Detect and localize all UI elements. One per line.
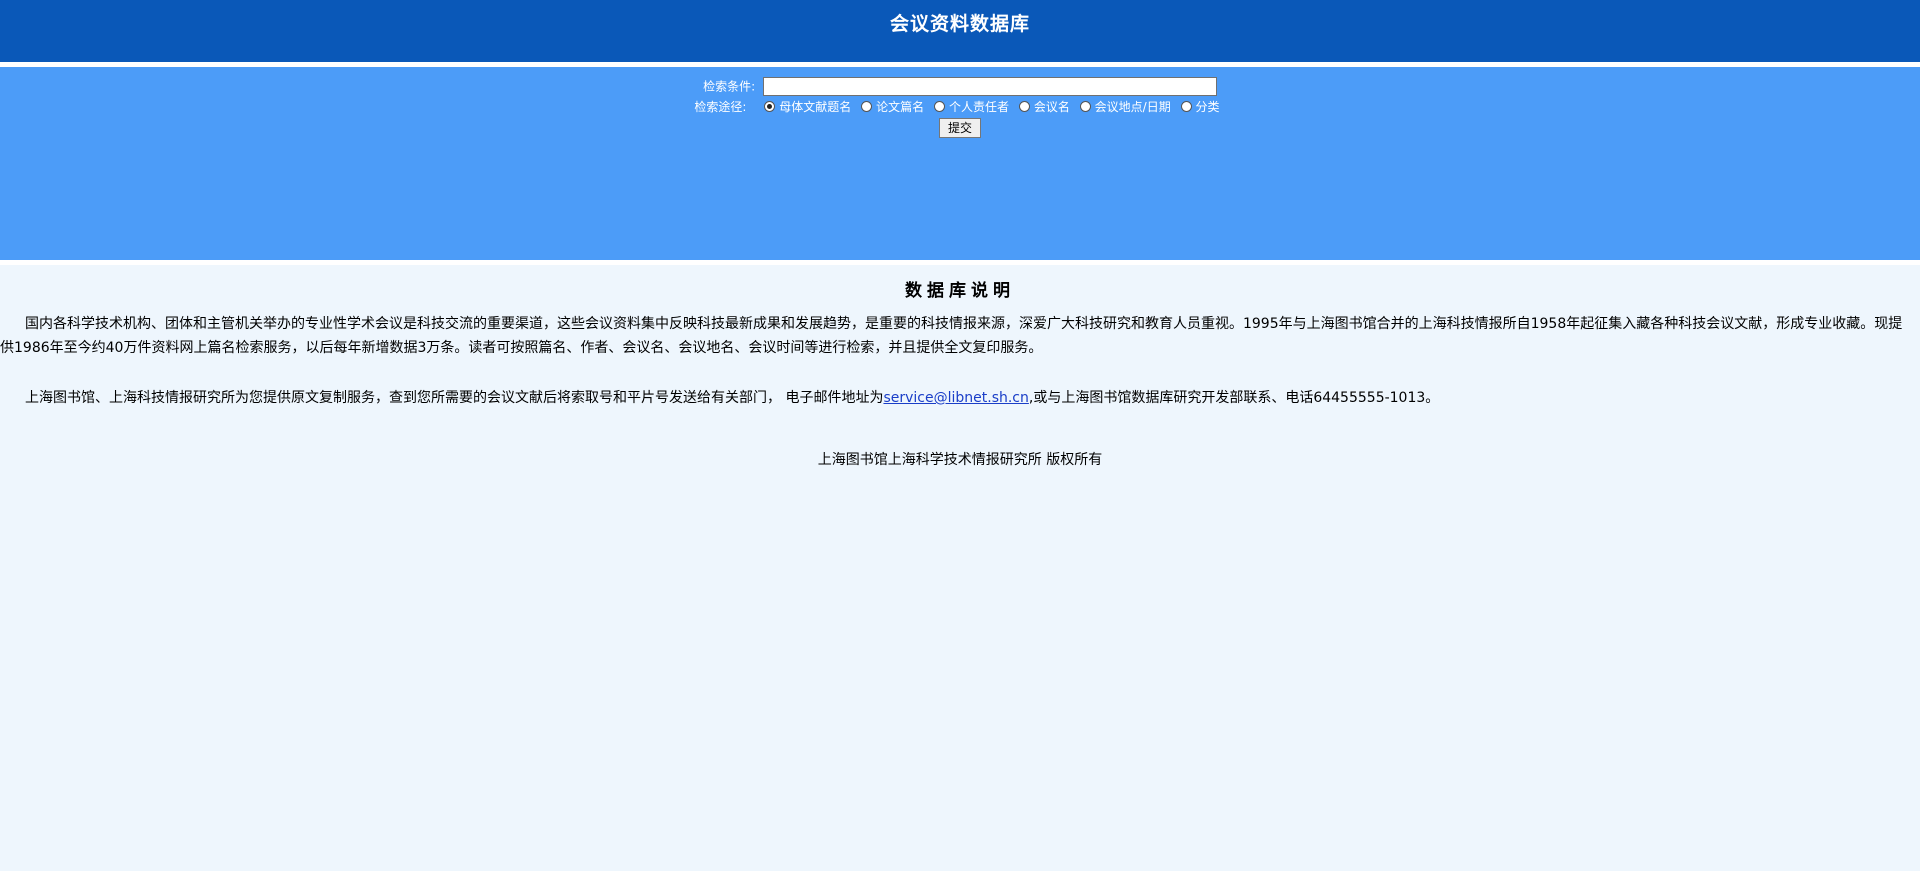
submit-button[interactable]: 提交	[939, 118, 981, 138]
search-path-row: 检索途径: 母体文献题名 论文篇名 个人责任者 会议名 会议地点/日期 分类	[0, 98, 1920, 116]
radio-label: 分类	[1195, 100, 1220, 114]
radio-label: 会议地点/日期	[1094, 100, 1171, 114]
contact-text-after: ,或与上海图书馆数据库研究开发部联系、电话64455555-1013。	[1028, 390, 1440, 406]
radio-icon[interactable]	[1180, 101, 1192, 112]
radio-option-title[interactable]: 母体文献题名	[764, 98, 851, 116]
radio-label: 会议名	[1033, 100, 1070, 114]
radio-label: 个人责任者	[948, 100, 1009, 114]
radio-option-paper-title[interactable]: 论文篇名	[861, 98, 924, 116]
contact-text: 上海图书馆、上海科技情报研究所为您提供原文复制服务，查到您所需要的会议文献后将索…	[25, 390, 884, 406]
description-title: 数据库说明	[905, 281, 1015, 301]
radio-label: 论文篇名	[876, 100, 925, 114]
description-paragraph: 国内各科学技术机构、团体和主管机关举办的专业性学术会议是科技交流的重要渠道，这些…	[0, 316, 1903, 356]
radio-icon[interactable]	[861, 101, 873, 112]
email-link[interactable]: service@libnet.sh.cn	[883, 390, 1028, 406]
keyword-row: 检索条件:	[0, 76, 1920, 97]
radio-icon[interactable]	[933, 101, 945, 112]
radio-icon[interactable]	[1079, 101, 1091, 112]
radio-option-author[interactable]: 个人责任者	[933, 98, 1009, 116]
radio-selected-icon[interactable]	[764, 101, 776, 112]
search-panel: 检索条件: 检索途径: 母体文献题名 论文篇名 个人责任者 会议名 会议地点/日…	[0, 67, 1920, 260]
radio-icon[interactable]	[1018, 101, 1030, 112]
keyword-label: 检索条件:	[703, 79, 756, 94]
page-title: 会议资料数据库	[889, 13, 1030, 35]
search-divider	[0, 260, 1920, 265]
contact-paragraph: 上海图书馆、上海科技情报研究所为您提供原文复制服务，查到您所需要的会议文献后将索…	[0, 386, 1916, 410]
search-path-label: 检索途径:	[694, 100, 747, 114]
radio-option-conference-name[interactable]: 会议名	[1018, 98, 1070, 116]
radio-option-classification[interactable]: 分类	[1180, 98, 1220, 116]
copyright-text: 上海图书馆上海科学技术情报研究所 版权所有	[817, 452, 1103, 468]
keyword-input[interactable]	[762, 77, 1217, 96]
radio-option-location-date[interactable]: 会议地点/日期	[1079, 98, 1171, 116]
radio-label: 母体文献题名	[779, 100, 852, 114]
header-bar: 会议资料数据库	[0, 0, 1920, 62]
